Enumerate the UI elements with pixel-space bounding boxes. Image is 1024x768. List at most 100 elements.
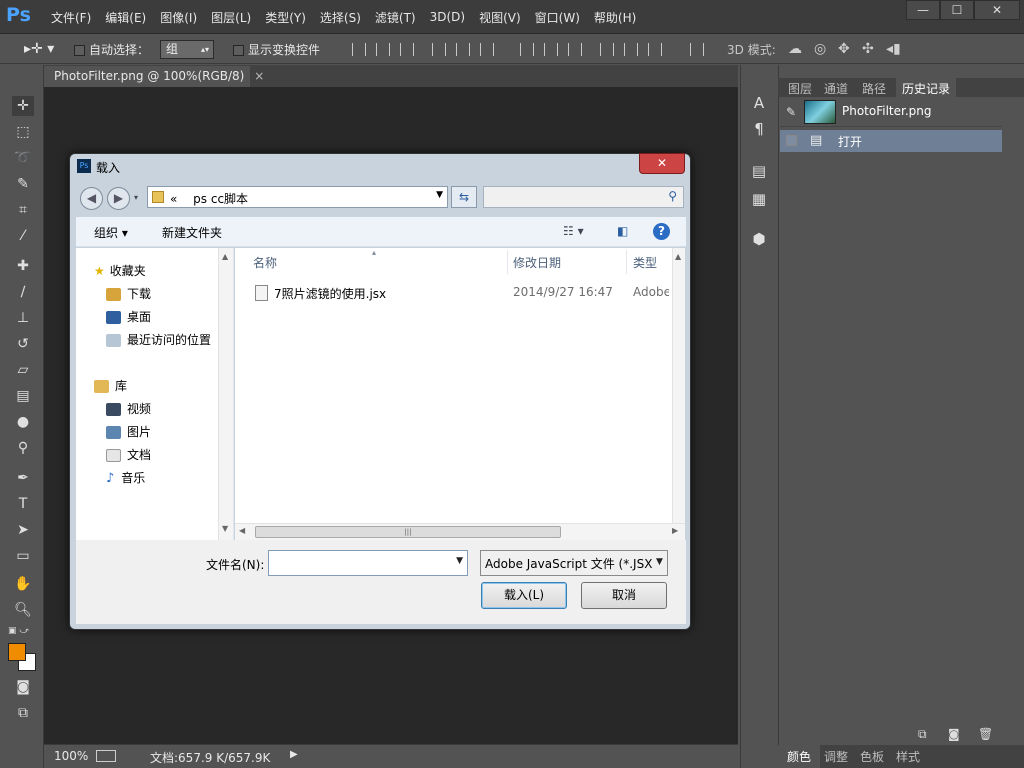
dialog-close-button[interactable]: ✕ [639, 153, 685, 174]
menu-filter[interactable]: 滤镜(T) [368, 9, 423, 26]
hand-tool-icon[interactable]: ✋ [12, 574, 34, 594]
nav-scrollbar[interactable]: ▲ ▼ [218, 248, 233, 540]
history-brush-source-icon[interactable]: ✎ [786, 105, 796, 119]
nav-music[interactable]: ♪ 音乐 [106, 469, 145, 486]
column-name[interactable]: 名称 [253, 254, 277, 271]
menu-help[interactable]: 帮助(H) [587, 9, 643, 26]
gradient-tool-icon[interactable]: ▤ [12, 386, 34, 406]
minimize-button[interactable]: — [906, 0, 940, 20]
nav-documents[interactable]: 文档 [106, 446, 151, 463]
3d-rotate-icon[interactable]: ☁ [788, 41, 802, 57]
menu-layer[interactable]: 图层(L) [204, 9, 258, 26]
align-hcenter-icon[interactable] [456, 43, 470, 56]
nav-recent[interactable]: 最近访问的位置 [106, 331, 211, 348]
character-panel-icon[interactable]: A [749, 93, 769, 113]
align-right-icon[interactable] [480, 43, 494, 56]
clone-stamp-tool-icon[interactable]: ⊥ [12, 308, 34, 328]
filetype-select[interactable]: Adobe JavaScript 文件 (*.JSX [480, 550, 668, 576]
search-input[interactable]: ⚲ [483, 186, 684, 208]
maximize-button[interactable]: ☐ [940, 0, 974, 20]
column-date[interactable]: 修改日期 [513, 254, 561, 271]
paragraph-panel-icon[interactable]: ¶ [749, 119, 769, 139]
delete-state-icon[interactable]: 🗑︎ [978, 727, 993, 741]
align-left-icon[interactable] [432, 43, 446, 56]
tab-styles[interactable]: 样式 [896, 748, 920, 765]
view-options-icon[interactable]: ☷ ▾ [563, 224, 584, 238]
filetype-dropdown-icon[interactable]: ▼ [656, 557, 663, 567]
preview-pane-icon[interactable]: ◧ [617, 224, 628, 238]
menu-view[interactable]: 视图(V) [472, 9, 528, 26]
path-overflow[interactable]: « [170, 192, 177, 206]
zoom-tool-icon[interactable]: 🔍︎ [12, 600, 34, 620]
status-menu-arrow-icon[interactable]: ▶ [290, 749, 298, 760]
document-tab-close-icon[interactable]: × [254, 69, 264, 83]
nav-library[interactable]: 库 [94, 377, 127, 394]
pen-tool-icon[interactable]: ✒ [12, 468, 34, 488]
menu-edit[interactable]: 编辑(E) [98, 9, 153, 26]
new-folder-button[interactable]: 新建文件夹 [162, 224, 222, 241]
3d-pan-icon[interactable]: ✥ [838, 41, 850, 57]
auto-select-checkbox[interactable]: 自动选择： [74, 41, 149, 58]
align-top-icon[interactable] [352, 43, 366, 56]
horizontal-scrollbar[interactable]: ◀ ||| ▶ [235, 523, 685, 540]
auto-align-icon[interactable] [690, 43, 704, 56]
show-transform-checkbox[interactable]: 显示变换控件 [233, 41, 320, 58]
crop-tool-icon[interactable]: ⌗ [12, 200, 34, 220]
nav-desktop[interactable]: 桌面 [106, 308, 151, 325]
new-document-from-state-icon[interactable]: ⧉ [918, 727, 927, 742]
history-snapshot[interactable]: ✎ PhotoFilter.png [780, 97, 1002, 127]
distribute-top-icon[interactable] [520, 43, 534, 56]
eraser-tool-icon[interactable]: ▱ [12, 360, 34, 380]
nav-videos[interactable]: 视频 [106, 400, 151, 417]
default-colors-icon[interactable]: ▣ ⤻ [8, 626, 29, 636]
menu-image[interactable]: 图像(I) [153, 9, 204, 26]
tab-history[interactable]: 历史记录 [896, 78, 957, 97]
eyedropper-tool-icon[interactable]: ⁄ [12, 226, 34, 246]
back-button[interactable]: ◀ [80, 187, 103, 210]
history-brush-tool-icon[interactable]: ↺ [12, 334, 34, 354]
nav-favorites[interactable]: ★ 收藏夹 [94, 262, 146, 279]
3d-roll-icon[interactable]: ◎ [814, 41, 826, 57]
tab-swatches[interactable]: 色板 [860, 748, 884, 765]
help-icon[interactable]: ? [653, 223, 670, 240]
distribute-hcenter-icon[interactable] [624, 43, 638, 56]
nav-downloads[interactable]: 下载 [106, 285, 151, 302]
tab-channels[interactable]: 通道 [824, 80, 848, 97]
distribute-vcenter-icon[interactable] [544, 43, 558, 56]
zoom-level[interactable]: 100% [54, 749, 88, 763]
lasso-tool-icon[interactable]: ➰ [12, 148, 34, 168]
align-bottom-icon[interactable] [400, 43, 414, 56]
cancel-button[interactable]: 取消 [581, 582, 667, 609]
quick-mask-icon[interactable]: ◙ [12, 677, 34, 697]
blur-tool-icon[interactable]: ● [12, 412, 34, 432]
quick-select-tool-icon[interactable]: ✎ [12, 174, 34, 194]
healing-brush-tool-icon[interactable]: ✚ [12, 256, 34, 276]
history-item[interactable]: ▤ 打开 [780, 130, 1002, 152]
status-icon[interactable] [96, 750, 116, 762]
address-path[interactable]: « ps cc脚本 ▼ [147, 186, 448, 208]
load-button[interactable]: 载入(L) [481, 582, 567, 609]
document-tab[interactable]: PhotoFilter.png @ 100%(RGB/8) × [44, 66, 264, 87]
scroll-thumb[interactable]: ||| [255, 526, 561, 538]
screen-mode-icon[interactable]: ⧉ [12, 703, 34, 723]
move-tool-preset-icon[interactable]: ▸✛ ▾ [24, 41, 54, 57]
refresh-button[interactable]: ⇆ [451, 186, 477, 208]
history-dropdown-icon[interactable]: ▾ [134, 193, 138, 202]
type-tool-icon[interactable]: T [12, 494, 34, 514]
notes-panel-icon[interactable]: ▦ [749, 189, 769, 209]
align-vcenter-icon[interactable] [376, 43, 390, 56]
tab-adjustments[interactable]: 调整 [824, 748, 848, 765]
auto-select-dropdown[interactable]: 组 ▴▾ [160, 40, 214, 59]
filename-input[interactable]: ▼ [268, 550, 468, 576]
filename-dropdown-icon[interactable]: ▼ [456, 556, 463, 566]
distribute-bottom-icon[interactable] [568, 43, 582, 56]
tab-paths[interactable]: 路径 [862, 80, 886, 97]
distribute-right-icon[interactable] [648, 43, 662, 56]
brush-tool-icon[interactable]: ∕ [12, 282, 34, 302]
history-source-box[interactable] [786, 135, 797, 146]
tab-layers[interactable]: 图层 [788, 80, 812, 97]
rectangle-tool-icon[interactable]: ▭ [12, 546, 34, 566]
dodge-tool-icon[interactable]: ⚲ [12, 438, 34, 458]
path-segment[interactable]: ps cc脚本 [193, 192, 248, 206]
column-type[interactable]: 类型 [633, 254, 657, 271]
